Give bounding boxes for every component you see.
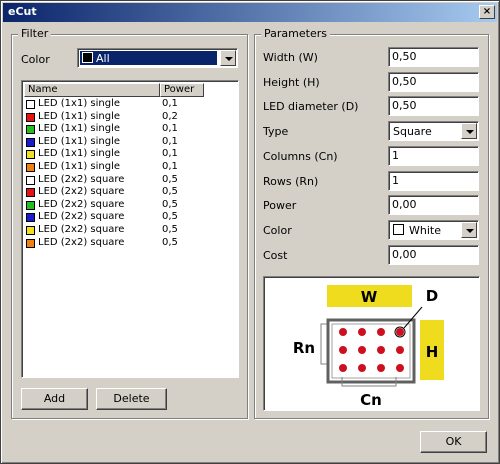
color-swatch [26,150,35,160]
color-swatch [26,188,35,198]
led-dot [358,346,366,354]
item-power: 0,5 [162,211,178,223]
led-dot [396,364,404,372]
item-power: 0,2 [162,110,178,122]
color-swatch [26,137,35,147]
led-dot [339,346,347,354]
item-name: LED (1x1) single [38,110,120,122]
power-field[interactable]: 0,00 [388,195,479,215]
color-swatch [26,125,35,135]
title-bar[interactable]: eCut × [3,3,497,22]
rows-label: Rows (Rn) [263,175,319,188]
cost-field[interactable]: 0,00 [388,245,479,265]
led-grid [339,328,404,372]
cost-label: Cost [263,249,288,262]
columns-field[interactable]: 1 [388,146,479,166]
led-dot [396,328,404,336]
close-button[interactable]: × [479,5,495,19]
led-layout-diagram: W H D Rn Cn [263,276,480,411]
item-name: LED (2x2) square [38,198,125,210]
color-swatch [26,226,35,235]
item-power: 0,5 [162,173,178,185]
color-swatch [26,213,35,223]
item-power: 0,1 [162,135,178,147]
chevron-down-icon[interactable] [461,123,477,139]
item-name: LED (1x1) single [38,135,120,147]
item-name: LED (1x1) single [38,148,120,160]
chevron-down-icon[interactable] [220,50,236,66]
item-name: LED (2x2) square [38,211,125,223]
delete-button[interactable]: Delete [96,388,167,410]
width-label: Width (W) [263,51,318,64]
columns-label: Columns (Cn) [263,150,338,163]
item-name: LED (1x1) single [38,123,120,135]
led-list[interactable]: Name Power LED (1x1) single 0,1 LED (1x1) … [21,80,239,378]
item-name: LED (2x2) square [38,224,125,235]
led-dot [339,328,347,336]
type-value: Square [393,125,432,138]
item-power: 0,5 [162,224,178,235]
color-swatch [26,112,35,122]
ecut-dialog: eCut × Filter Color All Name Power LED (… [0,0,500,464]
power-label: Power [263,199,297,212]
item-power: 0,1 [162,148,178,160]
item-name: LED (1x1) single [38,98,120,109]
param-color-value: White [409,224,441,237]
item-name: LED (2x2) square [38,186,125,198]
w-label: W [361,288,378,306]
filter-color-swatch [82,52,93,63]
item-power: 0,1 [162,161,178,172]
param-color-dropdown[interactable]: White [388,220,479,240]
type-label: Type [263,125,289,138]
item-power: 0,5 [162,186,178,198]
chevron-down-icon[interactable] [461,222,477,238]
led-dot [358,328,366,336]
filter-color-value: All [96,52,110,65]
color-swatch [26,100,35,109]
item-name: LED (1x1) single [38,161,120,172]
column-name-header[interactable]: Name [24,83,160,97]
param-color-swatch [393,224,404,235]
window-title: eCut [8,5,37,18]
rn-bracket [320,323,327,365]
height-field[interactable]: 0,50 [388,72,479,92]
rn-label: Rn [293,339,315,357]
item-power: 0,5 [162,236,178,248]
color-swatch [26,175,35,185]
led-diameter-field[interactable]: 0,50 [388,96,479,116]
item-name: LED (2x2) square [38,173,125,185]
led-dot [377,364,385,372]
item-power: 0,5 [162,198,178,210]
led-dot [358,364,366,372]
color-swatch [26,163,35,172]
type-dropdown[interactable]: Square [388,121,479,141]
filter-color-dropdown[interactable]: All [77,48,238,68]
add-button[interactable]: Add [21,388,88,410]
param-color-label: Color [263,224,292,237]
color-swatch [26,200,35,210]
ok-button[interactable]: OK [420,431,487,453]
color-swatch [26,238,35,248]
rows-field[interactable]: 1 [388,171,479,191]
led-dot [377,346,385,354]
h-label: H [426,343,439,361]
cn-label: Cn [360,391,382,409]
item-power: 0,1 [162,123,178,135]
item-power: 0,1 [162,98,178,109]
led-dot [377,328,385,336]
diagram-svg: W H D Rn Cn [293,285,444,409]
list-header: Name Power [24,83,204,97]
column-power-header[interactable]: Power [160,83,204,97]
d-label: D [426,287,438,305]
parameters-group-title: Parameters [261,27,330,40]
led-dot [396,346,404,354]
led-diameter-label: LED diameter (D) [263,100,359,113]
height-label: Height (H) [263,76,320,89]
filter-color-label: Color [21,53,50,66]
width-field[interactable]: 0,50 [388,47,479,67]
led-dot [339,364,347,372]
filter-group-title: Filter [18,27,52,40]
item-name: LED (2x2) square [38,236,125,248]
